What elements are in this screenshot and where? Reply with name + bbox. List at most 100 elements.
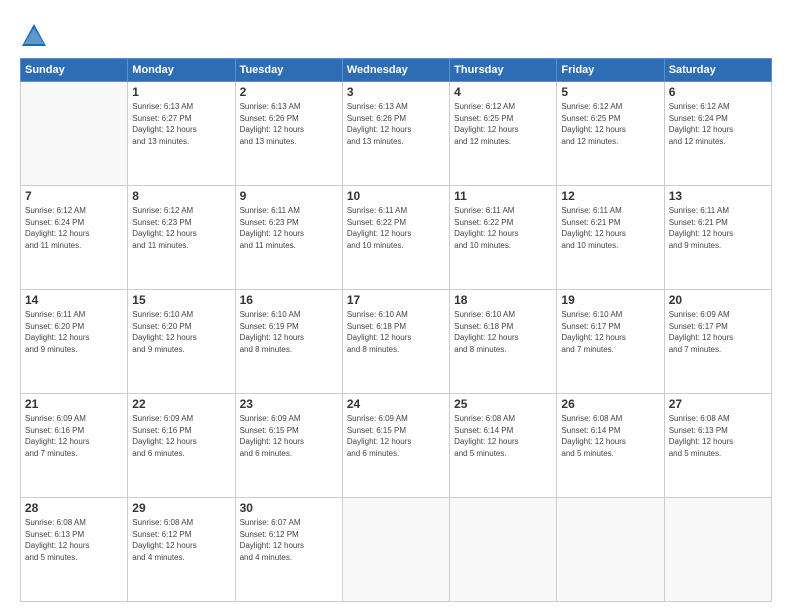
day-info: Sunrise: 6:13 AM Sunset: 6:26 PM Dayligh… bbox=[240, 101, 338, 147]
day-info: Sunrise: 6:09 AM Sunset: 6:16 PM Dayligh… bbox=[25, 413, 123, 459]
day-number: 25 bbox=[454, 397, 552, 411]
calendar-cell: 2 Sunrise: 6:13 AM Sunset: 6:26 PM Daylig… bbox=[235, 82, 342, 186]
day-number: 13 bbox=[669, 189, 767, 203]
day-number: 17 bbox=[347, 293, 445, 307]
day-number: 12 bbox=[561, 189, 659, 203]
calendar-cell: 23 Sunrise: 6:09 AM Sunset: 6:15 PM Dayli… bbox=[235, 394, 342, 498]
day-number: 27 bbox=[669, 397, 767, 411]
day-number: 4 bbox=[454, 85, 552, 99]
logo bbox=[20, 22, 52, 50]
day-number: 22 bbox=[132, 397, 230, 411]
calendar-table: SundayMondayTuesdayWednesdayThursdayFrid… bbox=[20, 58, 772, 602]
calendar-cell: 28 Sunrise: 6:08 AM Sunset: 6:13 PM Dayli… bbox=[21, 498, 128, 602]
day-info: Sunrise: 6:08 AM Sunset: 6:13 PM Dayligh… bbox=[669, 413, 767, 459]
day-number: 18 bbox=[454, 293, 552, 307]
day-number: 8 bbox=[132, 189, 230, 203]
calendar-week-row: 1 Sunrise: 6:13 AM Sunset: 6:27 PM Daylig… bbox=[21, 82, 772, 186]
day-number: 3 bbox=[347, 85, 445, 99]
calendar-cell: 25Sunrise: 6:08 AM Sunset: 6:14 PM Dayli… bbox=[450, 394, 557, 498]
header bbox=[20, 18, 772, 50]
day-number: 5 bbox=[561, 85, 659, 99]
calendar-cell: 29 Sunrise: 6:08 AM Sunset: 6:12 PM Dayli… bbox=[128, 498, 235, 602]
day-info: Sunrise: 6:12 AM Sunset: 6:25 PM Dayligh… bbox=[454, 101, 552, 147]
calendar-cell: 19Sunrise: 6:10 AM Sunset: 6:17 PM Dayli… bbox=[557, 290, 664, 394]
day-number: 28 bbox=[25, 501, 123, 515]
calendar-cell: 10 Sunrise: 6:11 AM Sunset: 6:22 PM Dayli… bbox=[342, 186, 449, 290]
day-number: 10 bbox=[347, 189, 445, 203]
day-info: Sunrise: 6:11 AM Sunset: 6:22 PM Dayligh… bbox=[454, 205, 552, 251]
day-info: Sunrise: 6:08 AM Sunset: 6:13 PM Dayligh… bbox=[25, 517, 123, 563]
day-info: Sunrise: 6:11 AM Sunset: 6:20 PM Dayligh… bbox=[25, 309, 123, 355]
calendar-cell: 26Sunrise: 6:08 AM Sunset: 6:14 PM Dayli… bbox=[557, 394, 664, 498]
day-info: Sunrise: 6:12 AM Sunset: 6:23 PM Dayligh… bbox=[132, 205, 230, 251]
calendar-cell: 1 Sunrise: 6:13 AM Sunset: 6:27 PM Daylig… bbox=[128, 82, 235, 186]
calendar-cell: 27 Sunrise: 6:08 AM Sunset: 6:13 PM Dayli… bbox=[664, 394, 771, 498]
calendar-header-row: SundayMondayTuesdayWednesdayThursdayFrid… bbox=[21, 59, 772, 82]
day-number: 24 bbox=[347, 397, 445, 411]
day-info: Sunrise: 6:09 AM Sunset: 6:15 PM Dayligh… bbox=[347, 413, 445, 459]
calendar-cell: 17Sunrise: 6:10 AM Sunset: 6:18 PM Dayli… bbox=[342, 290, 449, 394]
calendar-cell: 6 Sunrise: 6:12 AM Sunset: 6:24 PM Daylig… bbox=[664, 82, 771, 186]
day-info: Sunrise: 6:08 AM Sunset: 6:14 PM Dayligh… bbox=[561, 413, 659, 459]
day-number: 23 bbox=[240, 397, 338, 411]
calendar-cell: 22 Sunrise: 6:09 AM Sunset: 6:16 PM Dayli… bbox=[128, 394, 235, 498]
calendar-cell: 24 Sunrise: 6:09 AM Sunset: 6:15 PM Dayli… bbox=[342, 394, 449, 498]
calendar-cell bbox=[557, 498, 664, 602]
calendar-cell: 14Sunrise: 6:11 AM Sunset: 6:20 PM Dayli… bbox=[21, 290, 128, 394]
calendar-cell bbox=[664, 498, 771, 602]
calendar-cell: 30 Sunrise: 6:07 AM Sunset: 6:12 PM Dayli… bbox=[235, 498, 342, 602]
day-info: Sunrise: 6:09 AM Sunset: 6:17 PM Dayligh… bbox=[669, 309, 767, 355]
day-number: 1 bbox=[132, 85, 230, 99]
day-number: 21 bbox=[25, 397, 123, 411]
calendar-cell: 7 Sunrise: 6:12 AM Sunset: 6:24 PM Daylig… bbox=[21, 186, 128, 290]
calendar-week-row: 14Sunrise: 6:11 AM Sunset: 6:20 PM Dayli… bbox=[21, 290, 772, 394]
day-info: Sunrise: 6:13 AM Sunset: 6:27 PM Dayligh… bbox=[132, 101, 230, 147]
calendar-cell bbox=[450, 498, 557, 602]
day-info: Sunrise: 6:11 AM Sunset: 6:21 PM Dayligh… bbox=[561, 205, 659, 251]
day-number: 16 bbox=[240, 293, 338, 307]
day-info: Sunrise: 6:09 AM Sunset: 6:15 PM Dayligh… bbox=[240, 413, 338, 459]
calendar-cell: 12 Sunrise: 6:11 AM Sunset: 6:21 PM Dayli… bbox=[557, 186, 664, 290]
day-number: 20 bbox=[669, 293, 767, 307]
day-number: 30 bbox=[240, 501, 338, 515]
calendar-cell bbox=[21, 82, 128, 186]
day-number: 2 bbox=[240, 85, 338, 99]
calendar-cell: 4 Sunrise: 6:12 AM Sunset: 6:25 PM Daylig… bbox=[450, 82, 557, 186]
calendar-week-row: 28 Sunrise: 6:08 AM Sunset: 6:13 PM Dayli… bbox=[21, 498, 772, 602]
day-info: Sunrise: 6:13 AM Sunset: 6:26 PM Dayligh… bbox=[347, 101, 445, 147]
day-info: Sunrise: 6:08 AM Sunset: 6:12 PM Dayligh… bbox=[132, 517, 230, 563]
day-number: 29 bbox=[132, 501, 230, 515]
calendar-cell: 9 Sunrise: 6:11 AM Sunset: 6:23 PM Daylig… bbox=[235, 186, 342, 290]
day-number: 11 bbox=[454, 189, 552, 203]
day-info: Sunrise: 6:12 AM Sunset: 6:24 PM Dayligh… bbox=[669, 101, 767, 147]
calendar-week-row: 7 Sunrise: 6:12 AM Sunset: 6:24 PM Daylig… bbox=[21, 186, 772, 290]
day-info: Sunrise: 6:10 AM Sunset: 6:17 PM Dayligh… bbox=[561, 309, 659, 355]
calendar-day-header: Thursday bbox=[450, 59, 557, 82]
day-info: Sunrise: 6:09 AM Sunset: 6:16 PM Dayligh… bbox=[132, 413, 230, 459]
calendar-cell: 8 Sunrise: 6:12 AM Sunset: 6:23 PM Daylig… bbox=[128, 186, 235, 290]
calendar-cell: 15 Sunrise: 6:10 AM Sunset: 6:20 PM Dayli… bbox=[128, 290, 235, 394]
day-number: 7 bbox=[25, 189, 123, 203]
day-number: 15 bbox=[132, 293, 230, 307]
calendar-day-header: Sunday bbox=[21, 59, 128, 82]
day-info: Sunrise: 6:10 AM Sunset: 6:20 PM Dayligh… bbox=[132, 309, 230, 355]
calendar-day-header: Saturday bbox=[664, 59, 771, 82]
calendar-day-header: Friday bbox=[557, 59, 664, 82]
day-info: Sunrise: 6:10 AM Sunset: 6:18 PM Dayligh… bbox=[454, 309, 552, 355]
day-number: 6 bbox=[669, 85, 767, 99]
day-info: Sunrise: 6:07 AM Sunset: 6:12 PM Dayligh… bbox=[240, 517, 338, 563]
calendar-cell: 5 Sunrise: 6:12 AM Sunset: 6:25 PM Daylig… bbox=[557, 82, 664, 186]
calendar-cell: 18 Sunrise: 6:10 AM Sunset: 6:18 PM Dayli… bbox=[450, 290, 557, 394]
calendar-cell: 11 Sunrise: 6:11 AM Sunset: 6:22 PM Dayli… bbox=[450, 186, 557, 290]
day-info: Sunrise: 6:12 AM Sunset: 6:25 PM Dayligh… bbox=[561, 101, 659, 147]
calendar-cell: 3 Sunrise: 6:13 AM Sunset: 6:26 PM Daylig… bbox=[342, 82, 449, 186]
day-info: Sunrise: 6:11 AM Sunset: 6:23 PM Dayligh… bbox=[240, 205, 338, 251]
day-info: Sunrise: 6:12 AM Sunset: 6:24 PM Dayligh… bbox=[25, 205, 123, 251]
calendar-cell: 13Sunrise: 6:11 AM Sunset: 6:21 PM Dayli… bbox=[664, 186, 771, 290]
page: SundayMondayTuesdayWednesdayThursdayFrid… bbox=[0, 0, 792, 612]
day-info: Sunrise: 6:11 AM Sunset: 6:22 PM Dayligh… bbox=[347, 205, 445, 251]
day-number: 9 bbox=[240, 189, 338, 203]
calendar-day-header: Monday bbox=[128, 59, 235, 82]
calendar-cell: 20 Sunrise: 6:09 AM Sunset: 6:17 PM Dayli… bbox=[664, 290, 771, 394]
calendar-week-row: 21 Sunrise: 6:09 AM Sunset: 6:16 PM Dayli… bbox=[21, 394, 772, 498]
